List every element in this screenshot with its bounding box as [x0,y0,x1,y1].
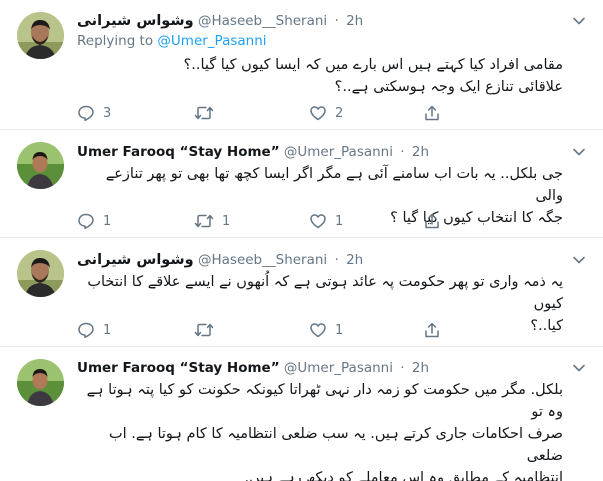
timestamp[interactable]: 2h [412,144,429,160]
tweet-text-line: علاقائی تنازع ایک وجہ ہوسکتی ہے..؟ [334,79,563,95]
avatar[interactable] [17,12,64,59]
author-handle[interactable]: @Haseeb__Sherani [198,13,327,29]
author-handle[interactable]: @Umer_Pasanni [284,144,393,160]
tweet-header: Umer Farooq “Stay Home” @Umer_Pasanni · … [77,142,563,162]
like-icon [310,214,326,229]
chevron-down-icon[interactable] [572,14,586,28]
like-icon [310,323,326,338]
chevron-down-icon[interactable] [572,253,586,267]
tweet-text-line: صرف احکامات جاری کرتے ہیں. یہ سب ضلعی ان… [108,426,563,464]
avatar[interactable] [17,250,64,297]
mention-link[interactable]: @Umer_Pasanni [157,33,266,49]
share-icon [425,105,439,121]
retweet-icon [194,214,214,228]
separator: · [334,252,339,268]
timestamp[interactable]: 2h [412,360,429,376]
like-button[interactable]: 1 [309,212,343,230]
tweet-text-line: جی بلکل.. یہ بات اب سامنے آئی ہے مگر اگر… [105,166,563,204]
author-name[interactable]: Umer Farooq “Stay Home” [77,144,280,160]
separator: · [400,360,405,376]
avatar[interactable] [17,359,64,406]
reply-count: 1 [103,213,112,229]
reply-icon [78,105,94,122]
like-count: 2 [335,105,344,121]
reply-count: 1 [103,322,112,338]
replying-to: Replying to @Umer_Pasanni [77,32,267,50]
author-handle[interactable]: @Umer_Pasanni [284,360,393,376]
share-icon [425,322,439,338]
retweet-button[interactable]: 1 [194,212,230,230]
chevron-down-icon[interactable] [572,361,586,375]
tweet-actions: 1 1 [77,321,440,339]
retweet-button[interactable] [194,104,222,122]
tweet-2[interactable]: Umer Farooq “Stay Home” @Umer_Pasanni · … [0,130,603,237]
author-name[interactable]: Umer Farooq “Stay Home” [77,360,280,376]
share-button[interactable] [424,104,440,122]
timestamp[interactable]: 2h [346,252,363,268]
avatar[interactable] [17,142,64,189]
author-name[interactable]: وشواس شیرانی [77,252,194,268]
retweet-count: 1 [222,213,231,229]
tweet-4[interactable]: Umer Farooq “Stay Home” @Umer_Pasanni · … [0,347,603,481]
tweet-1[interactable]: وشواس شیرانی @Haseeb__Sherani · 2h Reply… [0,0,603,129]
tweet-header: Umer Farooq “Stay Home” @Umer_Pasanni · … [77,358,563,378]
tweet-thread: وشواس شیرانی @Haseeb__Sherani · 2h Reply… [0,0,603,481]
tweet-text: بلکل. مگر میں حکومت کو زمہ دار نہی ٹھرات… [77,379,563,481]
like-button[interactable]: 1 [309,321,343,339]
tweet-3[interactable]: وشواس شیرانی @Haseeb__Sherani · 2h یہ ذم… [0,238,603,346]
reply-icon [78,213,94,230]
tweet-header: وشواس شیرانی @Haseeb__Sherani · 2h [77,11,563,31]
tweet-text-line: بلکل. مگر میں حکومت کو زمہ دار نہی ٹھرات… [86,382,563,420]
like-count: 1 [335,322,344,338]
like-button[interactable]: 2 [309,104,343,122]
timestamp[interactable]: 2h [346,13,363,29]
reply-button[interactable]: 1 [77,321,111,339]
reply-icon [78,322,94,339]
reply-button[interactable]: 1 [77,212,111,230]
like-count: 1 [335,213,344,229]
tweet-actions: 3 2 [77,104,440,122]
author-name[interactable]: وشواس شیرانی [77,13,194,29]
tweet-text: مقامی افراد کیا کہتے ہیں اس بارے میں کہ … [77,54,563,98]
replying-to-label: Replying to [77,33,154,49]
share-icon [425,213,439,229]
tweet-text-line: یہ ذمہ واری تو پھر حکومت پہ عائد ہوتی ہے… [87,274,563,312]
retweet-icon [194,323,214,337]
share-button[interactable] [424,212,440,230]
tweet-text-line: انتظامیہ کے مطابق وہ اس معاملے کو دیکھ ر… [244,470,563,481]
tweet-text-line: مقامی افراد کیا کہتے ہیں اس بارے میں کہ … [183,57,563,73]
reply-button[interactable]: 3 [77,104,111,122]
separator: · [400,144,405,160]
retweet-button[interactable] [194,321,222,339]
chevron-down-icon[interactable] [572,145,586,159]
tweet-actions: 1 1 1 [77,212,440,230]
separator: · [334,13,339,29]
tweet-header: وشواس شیرانی @Haseeb__Sherani · 2h [77,250,563,270]
share-button[interactable] [424,321,440,339]
author-handle[interactable]: @Haseeb__Sherani [198,252,327,268]
retweet-icon [194,106,214,120]
reply-count: 3 [103,105,112,121]
like-icon [310,106,326,121]
